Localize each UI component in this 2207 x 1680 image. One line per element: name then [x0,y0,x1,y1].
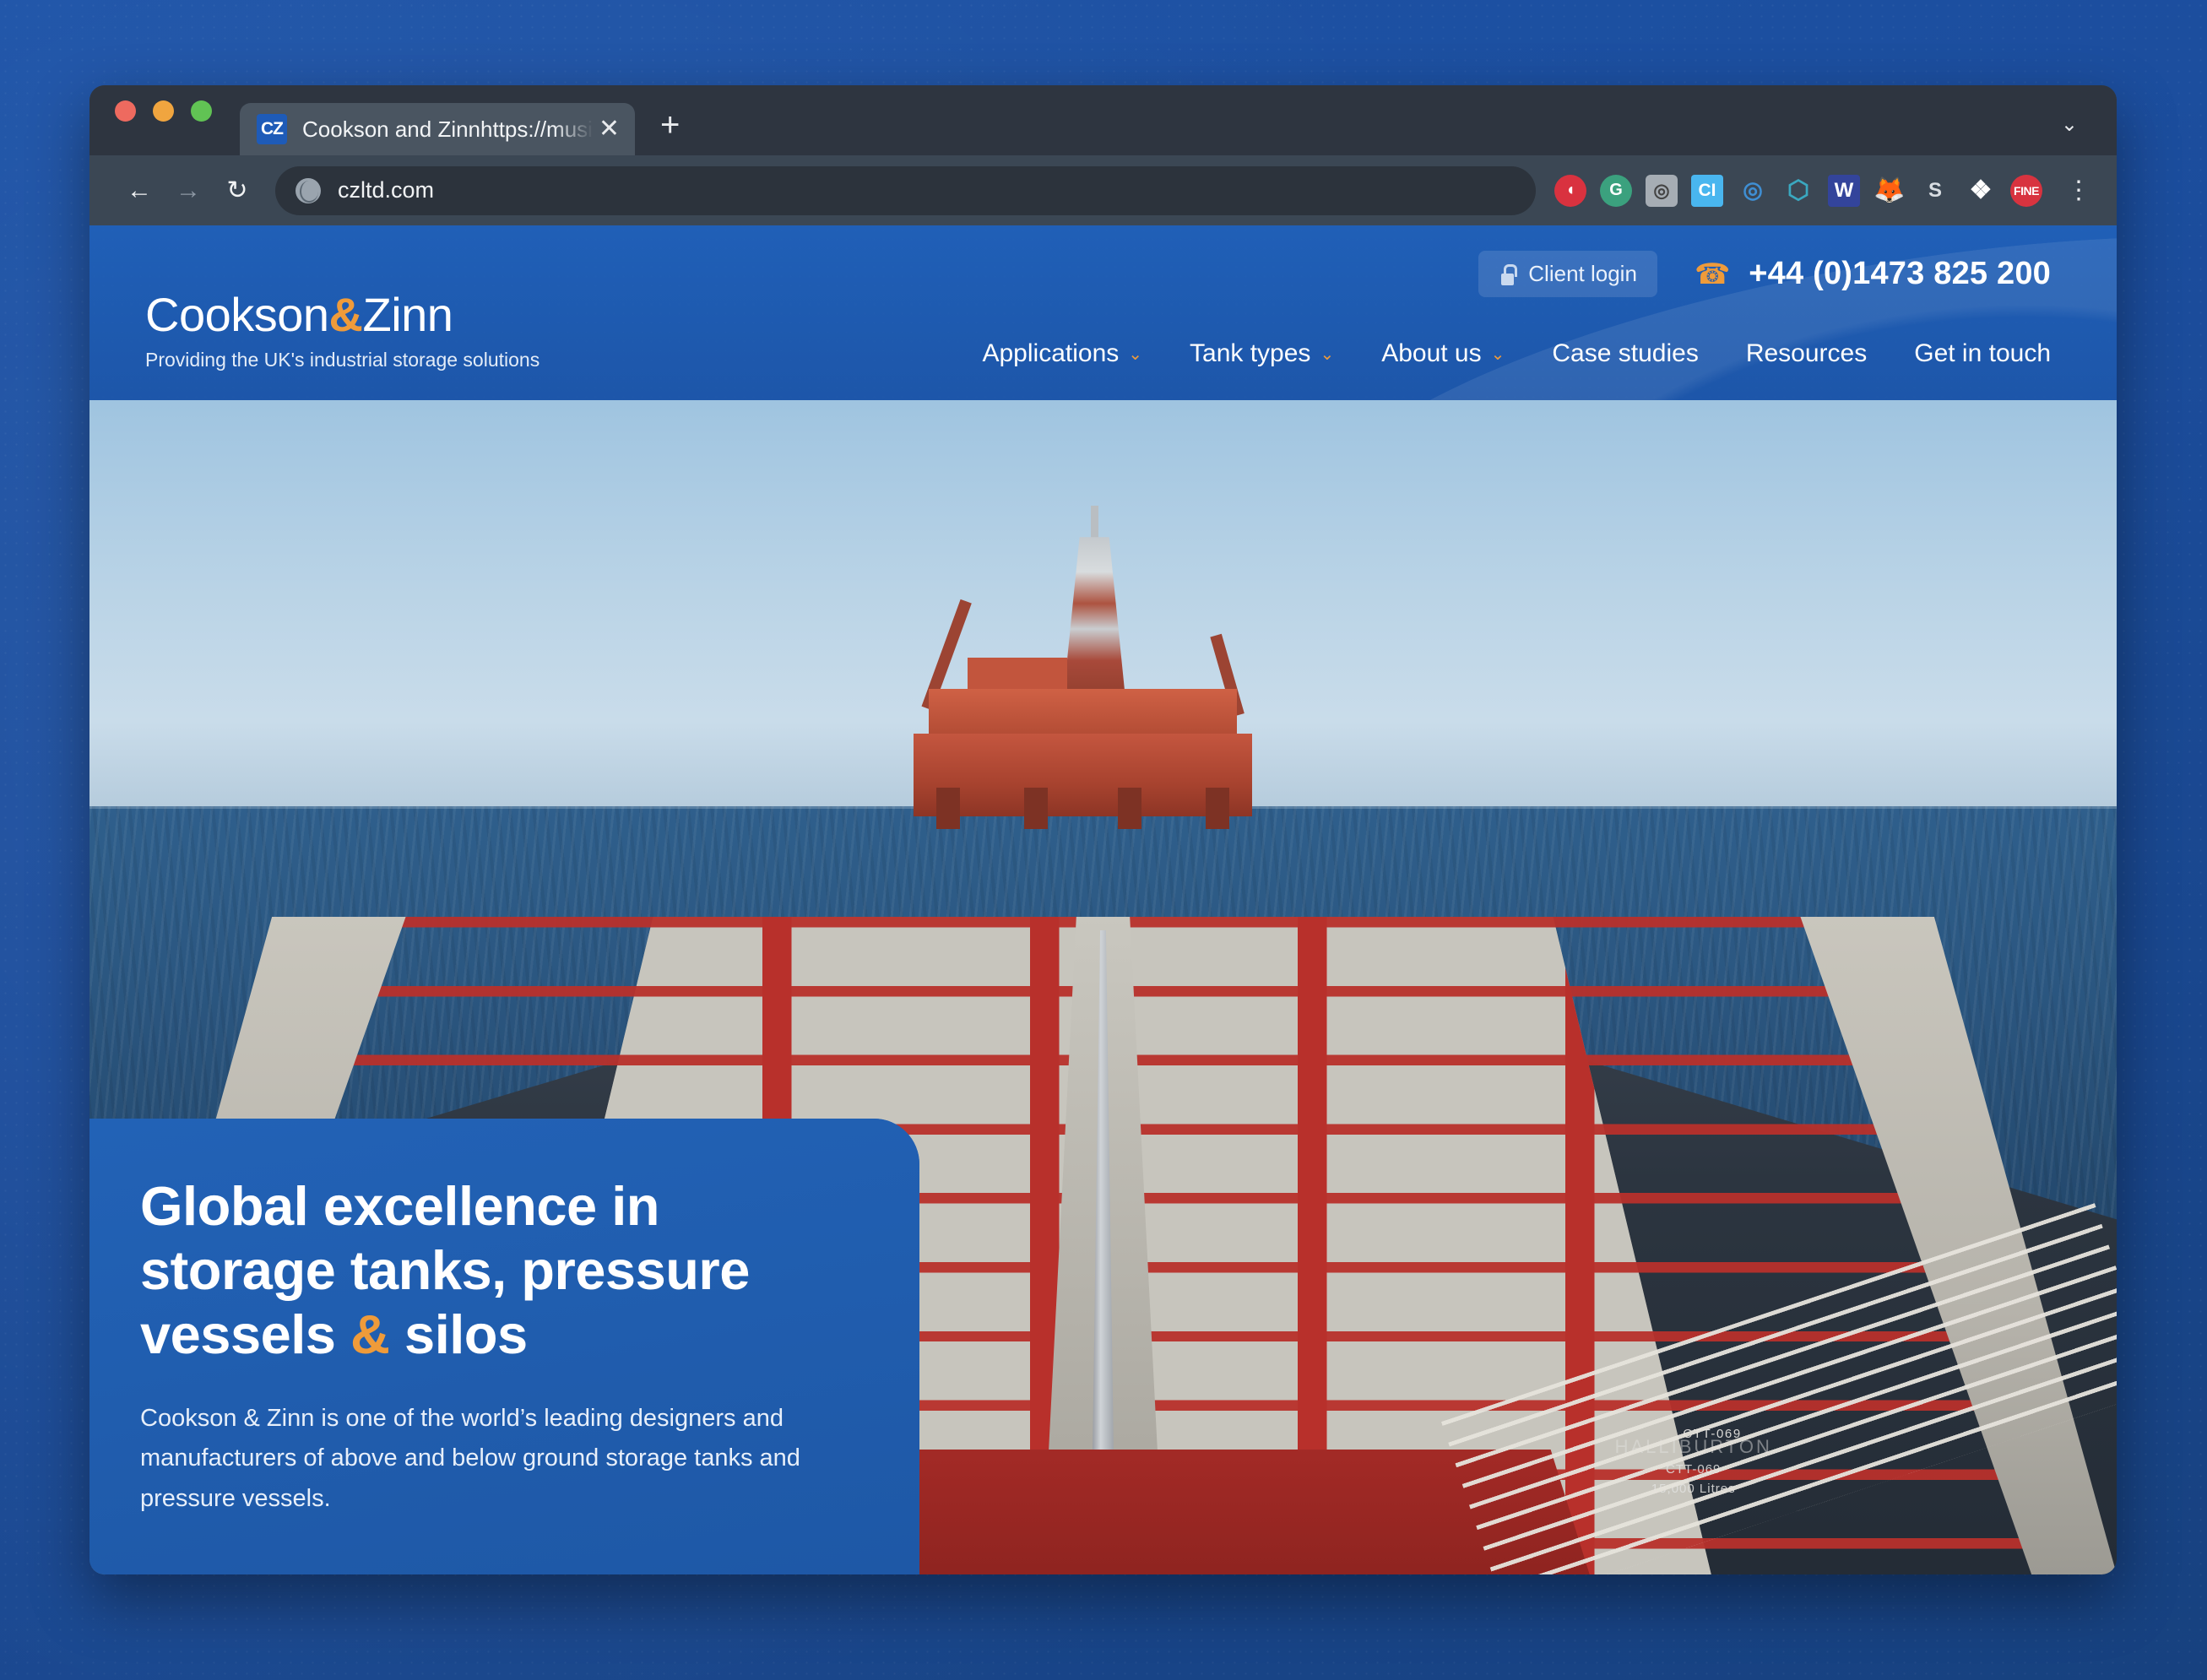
grammarly-extension-icon[interactable]: G [1600,174,1632,207]
hero-heading-line-1: Global excellence in [140,1175,660,1237]
rig-derrick [1063,537,1125,696]
url-text: czltd.com [338,177,435,203]
nav-label: Case studies [1552,339,1699,367]
rig-legs [936,787,1229,829]
browser-toolbar: ← → ↻ czltd.com ◖ G ◎ CI ◎ ⬡ W 🦊 S ❖ FIN… [89,155,2117,225]
globe-icon [296,177,321,203]
hero-heading: Global excellence in storage tanks, pres… [140,1174,835,1367]
clarity-extension-icon[interactable]: ◎ [1737,175,1769,207]
nav-label: Resources [1745,339,1868,367]
puzzle-extension-icon[interactable]: ❖ [1965,175,1997,207]
oil-rig-illustration [890,505,1275,829]
tab-title: Cookson and Zinnhttps://musin [302,116,594,142]
chevron-down-icon: ⌄ [1490,344,1505,364]
nav-item-tank-types[interactable]: Tank types ⌄ [1190,339,1334,368]
hero-heading-ampersand: & [350,1303,390,1366]
hero-heading-line-3b: silos [389,1303,528,1366]
utility-bar: Client login ☎ +44 (0)1473 825 200 [1478,251,2051,297]
reload-button[interactable]: ↻ [213,166,262,215]
logo-part2: Zinn [362,288,453,341]
rig-leg [1024,787,1048,829]
chevron-down-icon: ⌄ [1128,344,1143,364]
site-logo[interactable]: Cookson&Zinn Providing the UK's industri… [145,291,540,371]
close-window-button[interactable] [115,100,136,122]
lock-icon [1499,263,1517,285]
nav-item-get-in-touch[interactable]: Get in touch [1914,339,2051,368]
address-bar[interactable]: czltd.com [275,165,1536,215]
pocket-extension-icon[interactable]: ◖ [1554,174,1586,207]
browser-menu-icon[interactable]: ⋮ [2066,177,2091,203]
phone-icon: ☎ [1694,257,1731,290]
logo-ampersand: & [328,288,363,341]
tab-favicon: CZ [257,114,287,144]
browser-tab[interactable]: CZ Cookson and Zinnhttps://musin ✕ [240,103,635,155]
nav-label: About us [1381,339,1482,367]
fox-extension-icon[interactable]: 🦊 [1874,175,1906,207]
tab-strip: CZ Cookson and Zinnhttps://musin ✕ + ⌄ [89,85,2117,155]
close-tab-icon[interactable]: ✕ [599,117,620,142]
tank-brand-label: HALLIBURTON [1614,1436,1772,1458]
nav-item-about-us[interactable]: About us ⌄ [1381,339,1505,368]
screenshot-extension-icon[interactable]: ◎ [1646,174,1678,207]
hook-extension-icon[interactable]: ⬡ [1782,175,1814,207]
main-navigation: Applications ⌄ Tank types ⌄ About us ⌄ C… [982,339,2051,368]
extensions-area: ◖ G ◎ CI ◎ ⬡ W 🦊 S ❖ FINE ⋮ [1554,174,2091,207]
chevron-down-icon: ⌄ [1320,344,1335,364]
hero-paragraph: Cookson & Zinn is one of the world’s lea… [140,1405,800,1512]
tank-capacity-label: 15,000 Litres [1651,1481,1736,1496]
nav-item-case-studies[interactable]: Case studies [1552,339,1698,368]
nav-item-applications[interactable]: Applications ⌄ [982,339,1142,368]
forward-button[interactable]: → [164,166,213,215]
client-login-button[interactable]: Client login [1478,251,1657,297]
wordtune-extension-icon[interactable]: W [1828,174,1860,207]
logo-tagline: Providing the UK's industrial storage so… [145,349,540,371]
nav-label: Tank types [1190,339,1311,367]
rig-leg [1118,787,1141,829]
window-controls [115,85,212,155]
logo-part1: Cookson [145,288,329,341]
tank-container-labels: HALLIBURTON CTT-069 15,000 Litres [1615,1433,1772,1498]
hero-heading-line-2: storage tanks, pressure [140,1239,750,1302]
nav-label: Applications [982,339,1120,367]
tab-search-chevron-down-icon[interactable]: ⌄ [2061,112,2078,137]
hero-section: CTT-069 HALLIBURTON CTT-069 15,000 Litre… [89,400,2117,1574]
site-header: Client login ☎ +44 (0)1473 825 200 Cooks… [89,225,2117,400]
hero-heading-line-3a: vessels [140,1303,351,1366]
fine-extension-icon[interactable]: FINE [2010,174,2042,207]
s-extension-icon[interactable]: S [1919,175,1951,207]
rig-leg [1206,787,1229,829]
maximize-window-button[interactable] [191,100,212,122]
tank-id-label: CTT-069 [1666,1462,1722,1477]
rig-deck [929,689,1237,740]
phone-number: +44 (0)1473 825 200 [1749,256,2051,291]
ci-extension-icon[interactable]: CI [1691,174,1723,207]
page-viewport: Client login ☎ +44 (0)1473 825 200 Cooks… [89,225,2117,1574]
rig-leg [936,787,960,829]
hero-text-card: Global excellence in storage tanks, pres… [89,1119,919,1574]
client-login-label: Client login [1528,261,1637,286]
hero-card-content: Global excellence in storage tanks, pres… [140,1174,835,1519]
phone-link[interactable]: ☎ +44 (0)1473 825 200 [1695,256,2051,292]
nav-item-resources[interactable]: Resources [1746,339,1867,368]
browser-window: CZ Cookson and Zinnhttps://musin ✕ + ⌄ ←… [89,85,2117,1574]
logo-text: Cookson&Zinn [145,291,540,339]
new-tab-button[interactable]: + [660,108,680,142]
nav-label: Get in touch [1914,339,2051,367]
back-button[interactable]: ← [115,166,164,215]
minimize-window-button[interactable] [153,100,174,122]
